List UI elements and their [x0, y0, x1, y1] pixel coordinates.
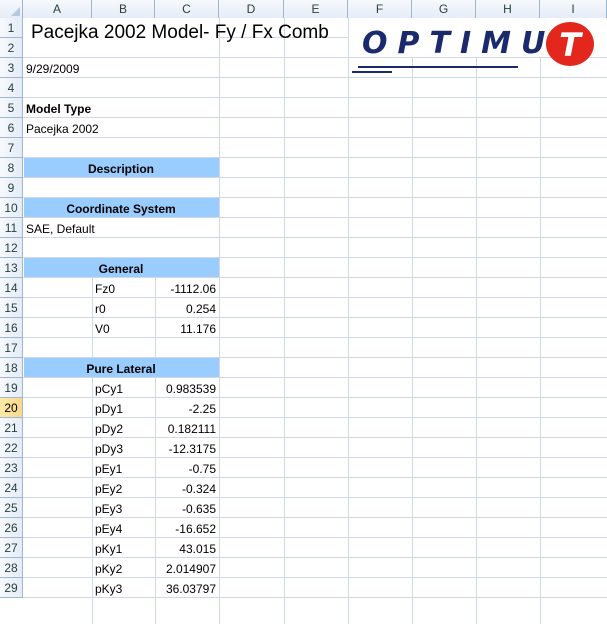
param-value-cell[interactable]: 0.983539	[158, 378, 216, 398]
param-value-cell[interactable]: 43.015	[158, 538, 216, 558]
gridline-vertical	[284, 58, 285, 624]
row-header-3[interactable]: 3	[0, 58, 23, 78]
row-header-2[interactable]: 2	[0, 38, 23, 58]
param-value-cell[interactable]: -12.3175	[158, 438, 216, 458]
param-name-cell[interactable]: pEy3	[95, 498, 152, 518]
row-header-8[interactable]: 8	[0, 158, 23, 178]
row-header-5[interactable]: 5	[0, 98, 23, 118]
param-name-cell[interactable]: r0	[95, 298, 152, 318]
column-header-g[interactable]: G	[412, 0, 476, 18]
param-name-cell[interactable]: pEy2	[95, 478, 152, 498]
param-value-cell[interactable]: 36.03797	[158, 578, 216, 598]
column-header-f[interactable]: F	[348, 0, 412, 18]
param-value-cell[interactable]: -2.25	[158, 398, 216, 418]
param-value-cell[interactable]: -1112.06	[158, 278, 216, 298]
coordinate-system-header[interactable]: Coordinate System	[26, 198, 216, 218]
row-header-21[interactable]: 21	[0, 418, 23, 438]
white-cell-fill	[24, 138, 219, 157]
column-header-d[interactable]: D	[219, 0, 284, 18]
row-header-9[interactable]: 9	[0, 178, 23, 198]
param-value-cell[interactable]: -16.652	[158, 518, 216, 538]
row-header-15[interactable]: 15	[0, 298, 23, 318]
param-name-cell[interactable]: Fz0	[95, 278, 152, 298]
param-name-cell[interactable]: pCy1	[95, 378, 152, 398]
row-header-16[interactable]: 16	[0, 318, 23, 338]
row-header-12[interactable]: 12	[0, 238, 23, 258]
param-name-cell[interactable]: pKy2	[95, 558, 152, 578]
gridline-vertical	[348, 58, 349, 624]
row-header-11[interactable]: 11	[0, 218, 23, 238]
gridline-vertical	[412, 58, 413, 624]
column-header-h[interactable]: H	[476, 0, 540, 18]
param-name-cell[interactable]: pDy2	[95, 418, 152, 438]
param-value-cell[interactable]: 0.254	[158, 298, 216, 318]
param-name-cell[interactable]: V0	[95, 318, 152, 338]
gridline-vertical	[219, 58, 220, 624]
select-all-button[interactable]	[0, 0, 23, 18]
param-value-cell[interactable]: -0.324	[158, 478, 216, 498]
white-cell-fill	[24, 178, 219, 197]
row-header-17[interactable]: 17	[0, 338, 23, 358]
column-header-e[interactable]: E	[284, 0, 348, 18]
white-cell-fill	[24, 238, 219, 257]
param-name-cell[interactable]: pDy1	[95, 398, 152, 418]
pure-lateral-header[interactable]: Pure Lateral	[26, 358, 216, 378]
param-name-cell[interactable]: pDy3	[95, 438, 152, 458]
row-header-29[interactable]: 29	[0, 578, 23, 598]
gridline-vertical-top	[348, 18, 349, 58]
column-header-b[interactable]: B	[92, 0, 155, 18]
row-header-14[interactable]: 14	[0, 278, 23, 298]
param-name-cell[interactable]: pEy1	[95, 458, 152, 478]
column-header-c[interactable]: C	[155, 0, 219, 18]
param-name-cell[interactable]: pKy3	[95, 578, 152, 598]
row-header-27[interactable]: 27	[0, 538, 23, 558]
row-header-28[interactable]: 28	[0, 558, 23, 578]
model-type-label[interactable]: Model Type	[26, 98, 152, 118]
column-header-i[interactable]: I	[540, 0, 607, 18]
row-header-4[interactable]: 4	[0, 78, 23, 98]
row-header-10[interactable]: 10	[0, 198, 23, 218]
row-header-7[interactable]: 7	[0, 138, 23, 158]
row-header-23[interactable]: 23	[0, 458, 23, 478]
column-header-a[interactable]: A	[23, 0, 92, 18]
date-cell[interactable]: 9/29/2009	[26, 58, 152, 78]
logo-underline-short	[352, 71, 392, 73]
gridline-vertical	[476, 58, 477, 624]
row-header-13[interactable]: 13	[0, 258, 23, 278]
param-value-cell[interactable]: 2.014907	[158, 558, 216, 578]
optimum-logo: OPTIMUM T	[352, 22, 602, 80]
param-name-cell[interactable]: pEy4	[95, 518, 152, 538]
param-value-cell[interactable]: -0.75	[158, 458, 216, 478]
row-header-1[interactable]: 1	[0, 18, 23, 38]
row-header-18[interactable]: 18	[0, 358, 23, 378]
model-type-value[interactable]: Pacejka 2002	[26, 118, 152, 138]
general-header[interactable]: General	[26, 258, 216, 278]
gridline-vertical	[540, 58, 541, 624]
coordinate-system-value[interactable]: SAE, Default	[26, 218, 216, 238]
param-name-cell[interactable]: pKy1	[95, 538, 152, 558]
param-value-cell[interactable]: 11.176	[158, 318, 216, 338]
row-header-25[interactable]: 25	[0, 498, 23, 518]
param-value-cell[interactable]: 0.182111	[158, 418, 216, 438]
row-header-22[interactable]: 22	[0, 438, 23, 458]
logo-t-mark-icon: T	[546, 22, 594, 66]
sheet-title[interactable]: Pacejka 2002 Model- Fy / Fx Comb	[31, 21, 329, 45]
description-header[interactable]: Description	[26, 158, 216, 178]
row-header-20[interactable]: 20	[0, 398, 23, 418]
logo-mark-letter: T	[559, 26, 583, 64]
logo-underline	[358, 66, 518, 68]
row-header-6[interactable]: 6	[0, 118, 23, 138]
spreadsheet: A B C D E F G H I 1 2 3 4 5 6 7 8 9 10 11 12 13 14 15 16 17 18 19 20…	[0, 0, 607, 624]
row-header-19[interactable]: 19	[0, 378, 23, 398]
white-cell-fill	[24, 78, 219, 97]
param-value-cell[interactable]: -0.635	[158, 498, 216, 518]
row-header-26[interactable]: 26	[0, 518, 23, 538]
row-header-24[interactable]: 24	[0, 478, 23, 498]
